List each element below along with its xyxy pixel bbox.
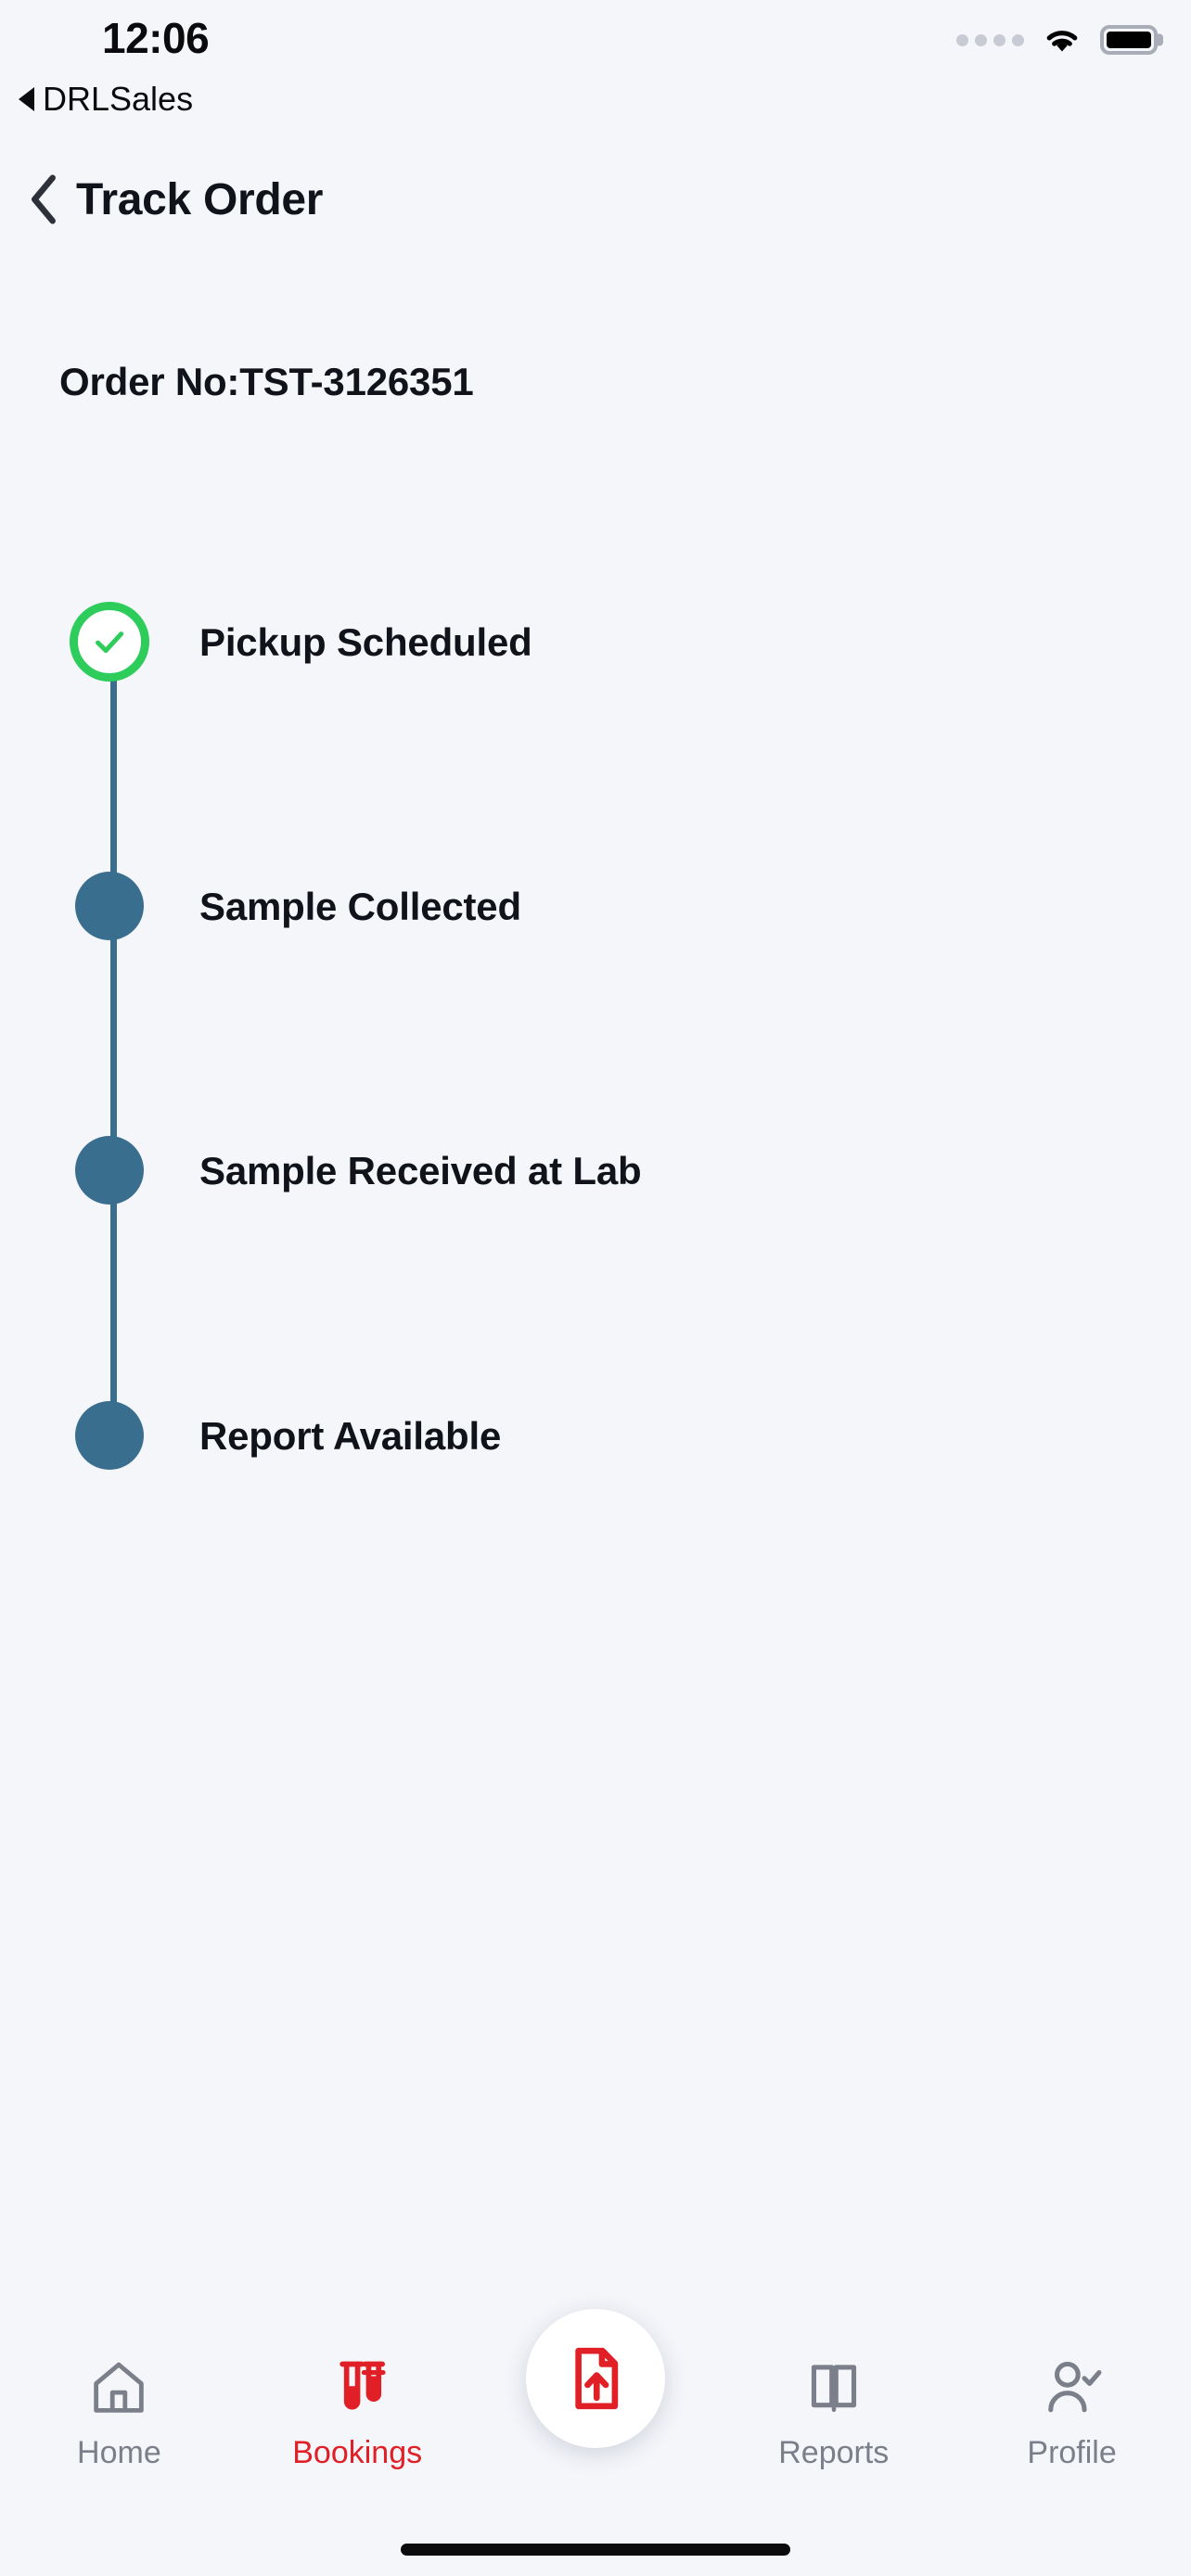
status-bar-time: 12:06 (102, 14, 210, 62)
order-timeline: Pickup Scheduled Sample Collected Sample… (0, 598, 1191, 1581)
track-order-screen: 12:06 DRLSales Track Order Order No:TST-… (0, 0, 1191, 2576)
timeline-step-label: Sample Received at Lab (199, 1148, 642, 1192)
tab-profile[interactable]: Profile (984, 2353, 1160, 2471)
return-to-app-label: DRLSales (43, 80, 194, 118)
bottom-tab-bar: Home Bookings Reports Profile (0, 2309, 1191, 2576)
timeline-step-sample-received-at-lab[interactable]: Sample Received at Lab (0, 1127, 1191, 1215)
document-upload-icon (575, 2347, 619, 2410)
battery-full-icon (1100, 25, 1163, 55)
back-button[interactable] (17, 172, 70, 226)
timeline-connector (110, 642, 117, 1440)
test-tubes-icon (326, 2353, 389, 2422)
tab-label: Bookings (292, 2435, 423, 2470)
timeline-step-label: Report Available (199, 1413, 502, 1458)
user-check-icon (1041, 2353, 1104, 2422)
order-number: Order No:TST-3126351 (59, 360, 474, 403)
timeline-step-sample-collected[interactable]: Sample Collected (0, 862, 1191, 950)
timeline-node (70, 598, 158, 686)
nav-header: Track Order (0, 162, 1191, 236)
cellular-dots-icon (956, 33, 1024, 46)
timeline-node (70, 1127, 158, 1215)
tab-home[interactable]: Home (31, 2353, 207, 2471)
timeline-step-report-available[interactable]: Report Available (0, 1392, 1191, 1480)
page-title: Track Order (76, 174, 324, 224)
dot-icon (75, 1401, 144, 1470)
timeline-step-pickup-scheduled[interactable]: Pickup Scheduled (0, 598, 1191, 686)
return-to-app-button[interactable]: DRLSales (19, 80, 193, 119)
book-open-icon (802, 2353, 865, 2422)
wifi-icon (1046, 31, 1078, 52)
home-icon (87, 2353, 150, 2422)
back-triangle-icon (19, 87, 34, 111)
timeline-step-label: Pickup Scheduled (199, 619, 532, 664)
status-bar: 12:06 (0, 0, 1191, 85)
tab-reports[interactable]: Reports (746, 2353, 922, 2471)
timeline-node (70, 862, 158, 950)
timeline-step-label: Sample Collected (199, 884, 521, 928)
tab-label: Profile (1027, 2435, 1117, 2470)
home-indicator[interactable] (401, 2544, 790, 2556)
timeline-node (70, 1392, 158, 1480)
check-circle-icon (70, 602, 149, 682)
upload-document-button[interactable] (525, 2309, 665, 2448)
status-bar-indicators (956, 24, 1163, 56)
dot-icon (75, 872, 144, 940)
chevron-left-icon (32, 174, 56, 224)
tab-label: Home (77, 2435, 161, 2470)
tab-label: Reports (778, 2435, 890, 2470)
tab-bookings[interactable]: Bookings (269, 2353, 445, 2471)
dot-icon (75, 1136, 144, 1205)
